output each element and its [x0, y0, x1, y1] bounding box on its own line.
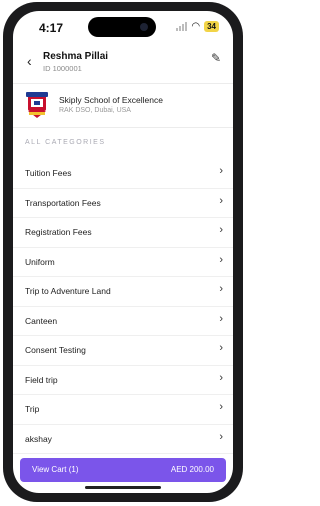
wifi-icon: ◠: [191, 20, 201, 32]
category-item[interactable]: Canteen ›: [13, 307, 233, 336]
category-item[interactable]: Consent Testing ›: [13, 336, 233, 366]
chevron-right-icon: ›: [219, 342, 223, 354]
user-name: Reshma Pillai: [43, 51, 109, 62]
phone-frame: 4:17 ◠ 34 ‹ Reshma Pillai ID 1000001 ✎ S…: [3, 2, 243, 502]
edit-pencil-icon[interactable]: ✎: [211, 51, 221, 65]
category-item[interactable]: Trip to Adventure Land ›: [13, 277, 233, 307]
category-item[interactable]: akshay ›: [13, 425, 233, 454]
category-item[interactable]: Uniform ›: [13, 248, 233, 277]
school-location: RAK DSO, Dubai, USA: [59, 107, 131, 114]
status-bar: 4:17 ◠ 34: [13, 11, 233, 41]
view-cart-button[interactable]: View Cart (1) AED 200.00: [20, 458, 226, 482]
category-item[interactable]: Tuition Fees ›: [13, 159, 233, 189]
category-label: Registration Fees: [25, 227, 92, 237]
school-divider: [13, 127, 233, 128]
category-label: akshay: [25, 433, 52, 444]
chevron-right-icon: ›: [219, 194, 223, 207]
category-item[interactable]: Registration Fees ›: [13, 218, 233, 248]
profile-header: ‹ Reshma Pillai ID 1000001 ✎: [13, 47, 233, 81]
status-time: 4:17: [39, 21, 64, 35]
school-logo: [26, 92, 48, 118]
category-list: Tuition Fees › Transportation Fees › Regis…: [13, 159, 233, 454]
chevron-right-icon: ›: [219, 165, 223, 177]
signal-icon: [176, 22, 188, 31]
camera-icon: [140, 23, 148, 31]
header-divider: [13, 83, 233, 84]
back-arrow-icon[interactable]: ‹: [27, 53, 32, 69]
chevron-right-icon: ›: [219, 401, 223, 413]
category-item[interactable]: Field trip ›: [13, 366, 233, 395]
chevron-right-icon: ›: [219, 253, 223, 266]
category-label: Trip to Adventure Land: [25, 286, 111, 296]
app-screen: 4:17 ◠ 34 ‹ Reshma Pillai ID 1000001 ✎ S…: [13, 11, 233, 493]
section-title: ALL CATEGORIES: [25, 139, 106, 146]
chevron-right-icon: ›: [219, 283, 223, 295]
category-label: Uniform: [25, 256, 55, 267]
cart-total: AED 200.00: [170, 465, 214, 474]
category-label: Consent Testing: [25, 345, 86, 355]
battery-icon: 34: [204, 21, 219, 32]
user-id: ID 1000001: [43, 64, 82, 73]
school-name: Skiply School of Excellence: [59, 95, 163, 105]
status-icons: ◠ 34: [176, 21, 219, 32]
chevron-right-icon: ›: [219, 430, 223, 443]
cart-label: View Cart (1): [32, 465, 79, 474]
category-item[interactable]: Trip ›: [13, 395, 233, 425]
category-label: Field trip: [25, 374, 58, 385]
chevron-right-icon: ›: [219, 371, 223, 384]
category-item[interactable]: Transportation Fees ›: [13, 189, 233, 218]
category-label: Canteen: [25, 315, 58, 326]
chevron-right-icon: ›: [219, 224, 223, 236]
category-label: Transportation Fees: [25, 197, 101, 208]
category-label: Tuition Fees: [25, 168, 72, 178]
home-indicator[interactable]: [85, 486, 161, 489]
chevron-right-icon: ›: [219, 312, 223, 325]
category-label: Trip: [25, 404, 40, 414]
school-info: Skiply School of Excellence RAK DSO, Dub…: [13, 87, 233, 127]
dynamic-island: [88, 17, 156, 37]
